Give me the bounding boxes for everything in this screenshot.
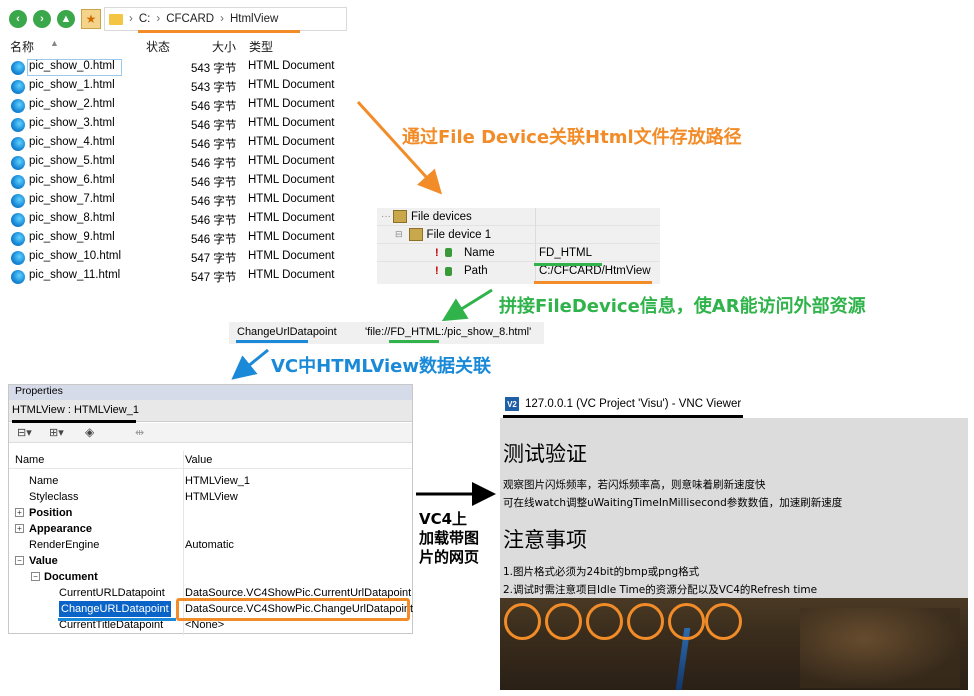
url-datapoint-label: ChangeUrlDatapoint: [237, 326, 337, 338]
property-name: Document: [44, 571, 98, 583]
vnc-viewport[interactable]: 测试验证 观察图片闪烁频率，若闪烁频率高，则意味着刷新速度快 可在线watch调…: [500, 418, 968, 690]
param-value-name[interactable]: FD_HTML: [537, 244, 592, 262]
property-name: RenderEngine: [29, 539, 100, 551]
required-icon: !: [435, 265, 439, 277]
vnc-text-4: 2.调试时需注意项目Idle Time的资源分配以及VC4的Refresh ti…: [503, 584, 818, 596]
vnc-title-bar: V2 127.0.0.1 (VC Project 'Visu') - VNC V…: [505, 394, 765, 414]
tree-row-root[interactable]: ··· File devices: [377, 208, 660, 284]
flicker-circle: [586, 603, 623, 640]
properties-toolbar: ⊟▾ ⊞▾ ◈ ⇹: [9, 423, 412, 443]
url-fd-underline: [389, 340, 439, 343]
changeurl-underline: [58, 618, 176, 621]
vnc-text-2: 可在线watch调整uWaitingTimeInMillisecond参数数值，…: [503, 497, 843, 509]
fd-name-underline: [534, 263, 602, 266]
arrow-green: [441, 288, 493, 322]
property-value: HTMLView_1: [185, 475, 251, 487]
fd-path-underline: [534, 281, 652, 284]
fd-name-value: FD_HTML: [539, 247, 593, 259]
flicker-circle: [627, 603, 664, 640]
file-devices-icon: [393, 210, 407, 223]
param-key-name: Name: [464, 246, 495, 259]
url-label-underline: [236, 340, 308, 343]
required-icon: !: [435, 246, 439, 259]
annotation-vc4-line3: 片的网页: [419, 548, 480, 566]
collapse-icon[interactable]: −: [15, 556, 24, 565]
annotation-file-device: 通过File Device关联Html文件存放路径: [402, 127, 742, 148]
property-name: Value: [29, 555, 58, 567]
tree-device-label: File device 1: [426, 228, 492, 241]
property-name: Styleclass: [29, 491, 79, 503]
vnc-heading-test: 测试验证: [503, 442, 587, 466]
arrow-blue: [231, 348, 269, 380]
parameter-icon: [445, 248, 452, 257]
property-value: [184, 569, 185, 585]
flicker-circle: [668, 603, 705, 640]
file-devices-tree: ··· File devices ⊟ File device 1 ! Name …: [377, 208, 660, 284]
url-datapoint-value: 'file://FD_HTML:/pic_show_8.html': [365, 326, 532, 338]
collapse-icon[interactable]: −: [31, 572, 40, 581]
prop-header-name: Name: [15, 454, 45, 466]
annotation-concat: 拼接FileDevice信息，使AR能访问外部资源: [499, 296, 866, 317]
property-value: Automatic: [185, 539, 234, 551]
annotation-vc4: VC4上 加载带图 片的网页: [419, 510, 479, 567]
collapse-icon: ⊟: [395, 229, 403, 239]
expand-icon[interactable]: +: [15, 524, 24, 533]
changeurl-highlight: [176, 598, 410, 621]
tree-row-name[interactable]: ! Name FD_HTML: [377, 244, 660, 262]
object-selector[interactable]: HTMLView : HTMLView_1: [9, 400, 412, 422]
property-value: [184, 505, 185, 521]
tree-root-label: File devices: [411, 210, 472, 223]
param-key-path: Path: [464, 265, 488, 277]
parameter-icon: [445, 266, 452, 276]
annotation-vc4-line2: 加载带图: [419, 529, 480, 547]
property-row[interactable]: Name HTMLView_1: [9, 473, 412, 489]
picture-glow: [800, 608, 960, 688]
property-name: ChangeURLDatapoint: [59, 601, 171, 617]
expand-icon[interactable]: +: [15, 508, 24, 517]
property-row[interactable]: + Position: [9, 505, 412, 521]
properties-title: Properties: [9, 385, 412, 400]
tree-line: ···: [381, 211, 391, 222]
vnc-title: 127.0.0.1 (VC Project 'Visu') - VNC View…: [525, 398, 742, 410]
vnc-text-3: 1.图片格式必须为24bit的bmp或png格式: [503, 566, 700, 578]
property-row[interactable]: + Appearance: [9, 521, 412, 537]
property-row[interactable]: − Document: [9, 569, 412, 585]
vnc-logo-icon: V2: [505, 397, 519, 411]
property-row[interactable]: Styleclass HTMLView: [9, 489, 412, 505]
flicker-circle: [504, 603, 541, 640]
property-value: [184, 521, 185, 537]
sort-icon[interactable]: ⊞▾: [49, 426, 64, 439]
annotation-vc4-line1: VC4上: [419, 510, 468, 528]
annotation-vc-binding: VC中HTMLView数据关联: [271, 356, 492, 377]
resize-icon[interactable]: ⇹: [135, 426, 144, 439]
property-name: Name: [29, 475, 59, 487]
property-value: HTMLView: [185, 491, 238, 503]
categorize-icon[interactable]: ⊟▾: [17, 426, 32, 439]
tree-row-device[interactable]: ⊟ File device 1: [377, 226, 660, 244]
vnc-heading-notes: 注意事项: [503, 528, 587, 552]
prop-header-value: Value: [185, 454, 213, 466]
property-name: Appearance: [29, 523, 92, 535]
property-name: Position: [29, 507, 73, 519]
vnc-text-1: 观察图片闪烁频率，若闪烁频率高，则意味着刷新速度快: [503, 479, 766, 491]
pin-icon[interactable]: ◈: [85, 425, 94, 439]
property-name: CurrentURLDatapoint: [59, 587, 165, 599]
prop-header: Name Value: [9, 451, 412, 469]
flicker-circle: [705, 603, 742, 640]
properties-panel: Properties HTMLView : HTMLView_1 ⊟▾ ⊞▾ ◈…: [8, 384, 413, 635]
property-row[interactable]: RenderEngine Automatic: [9, 537, 412, 553]
property-row[interactable]: − Value: [9, 553, 412, 569]
file-device-icon: [408, 228, 423, 241]
tree-row-path[interactable]: ! Path C:/CFCARD/HtmView: [377, 262, 660, 280]
property-value: [184, 553, 185, 569]
flicker-circle: [545, 603, 582, 640]
fd-path-value: C:/CFCARD/HtmView: [539, 265, 651, 277]
